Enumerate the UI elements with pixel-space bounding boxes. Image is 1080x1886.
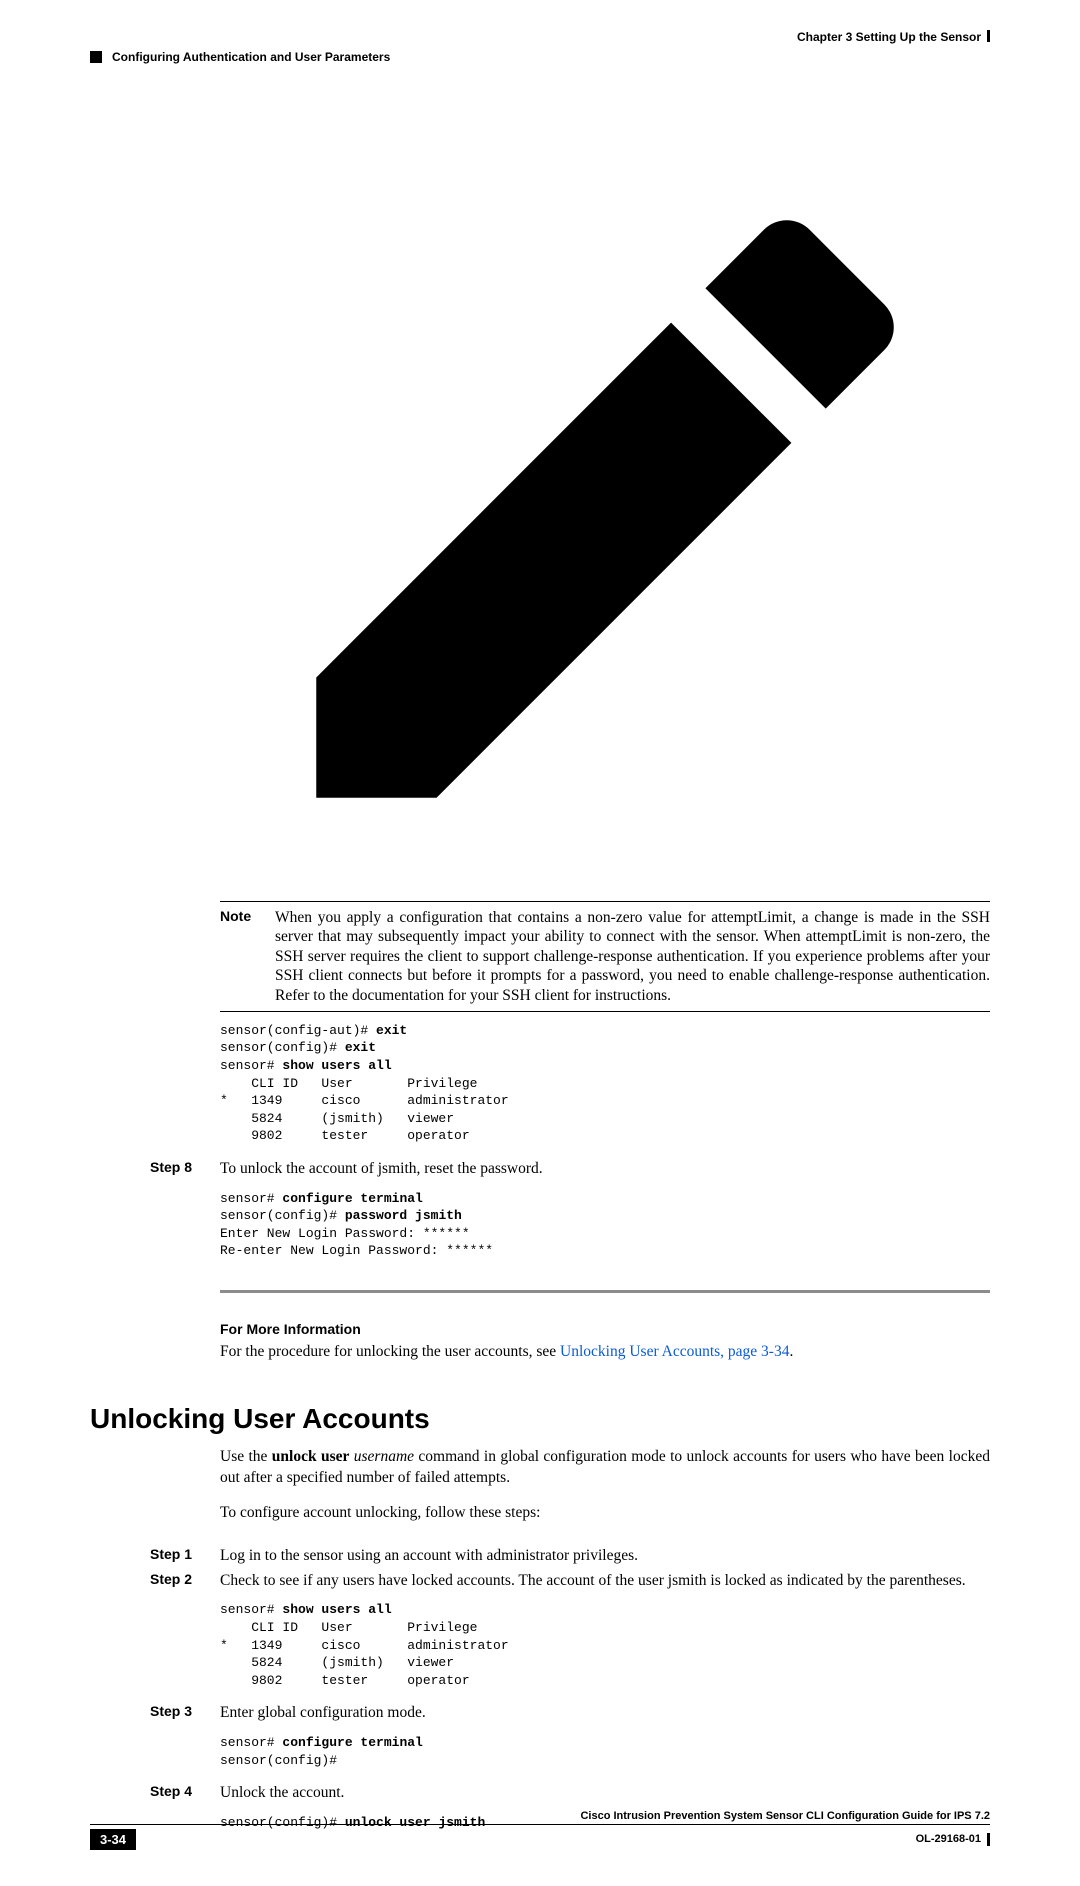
note-block: Note When you apply a configuration that… (220, 124, 990, 1012)
footer-bar-icon (987, 1833, 990, 1846)
section2-step-2: Step 2 Check to see if any users have lo… (150, 1571, 990, 1592)
chapter-title-text: Chapter 3 Setting Up the Sensor (797, 30, 981, 44)
footer-doc-id: OL-29168-01 (916, 1833, 990, 1846)
step-label: Step 1 (150, 1546, 220, 1567)
page-number: 3-34 (90, 1829, 136, 1850)
step-text: To unlock the account of jsmith, reset t… (220, 1159, 543, 1180)
step-text: Unlock the account. (220, 1783, 344, 1804)
section-intro-paragraph-1: Use the unlock user username command in … (220, 1447, 990, 1489)
cli-output-1: sensor(config-aut)# exit sensor(config)#… (220, 1022, 990, 1145)
section-heading-unlocking: Unlocking User Accounts (90, 1403, 990, 1435)
section2-step-3: Step 3 Enter global configuration mode. (150, 1703, 990, 1724)
header-square-icon (90, 51, 102, 63)
cross-reference-link[interactable]: Unlocking User Accounts, page 3-34 (560, 1343, 789, 1360)
cli-output-2: sensor# configure terminal sensor(config… (220, 1190, 990, 1260)
note-icon (220, 124, 990, 899)
pencil-icon (220, 124, 990, 894)
page-footer: Cisco Intrusion Prevention System Sensor… (90, 1810, 990, 1850)
running-header-line2: Configuring Authentication and User Para… (90, 50, 990, 64)
step-label: Step 4 (150, 1783, 220, 1804)
step-label: Step 2 (150, 1571, 220, 1592)
for-more-information-heading: For More Information (220, 1321, 990, 1337)
step-8: Step 8 To unlock the account of jsmith, … (150, 1159, 990, 1180)
section-intro-paragraph-2: To configure account unlocking, follow t… (220, 1503, 990, 1524)
step-text: Log in to the sensor using an account wi… (220, 1546, 638, 1567)
header-bar-icon (987, 30, 990, 42)
note-label: Note (220, 908, 275, 1005)
section-breadcrumb-text: Configuring Authentication and User Para… (112, 50, 390, 64)
section-breadcrumb: Configuring Authentication and User Para… (90, 50, 390, 64)
cli-output-4: sensor# configure terminal sensor(config… (220, 1734, 990, 1769)
step-text: Enter global configuration mode. (220, 1703, 426, 1724)
footer-guide-title: Cisco Intrusion Prevention System Sensor… (580, 1810, 990, 1822)
section2-step-4: Step 4 Unlock the account. (150, 1783, 990, 1804)
note-text: When you apply a configuration that cont… (275, 908, 990, 1005)
for-more-information-text: For the procedure for unlocking the user… (220, 1343, 990, 1361)
running-header-line1: Chapter 3 Setting Up the Sensor (90, 30, 990, 44)
chapter-title: Chapter 3 Setting Up the Sensor (797, 30, 990, 44)
cli-output-3: sensor# show users all CLI ID User Privi… (220, 1601, 990, 1689)
section2-step-1: Step 1 Log in to the sensor using an acc… (150, 1546, 990, 1567)
step-text: Check to see if any users have locked ac… (220, 1571, 966, 1592)
step-label: Step 3 (150, 1703, 220, 1724)
section-divider-icon (220, 1290, 990, 1293)
step-label: Step 8 (150, 1159, 220, 1180)
